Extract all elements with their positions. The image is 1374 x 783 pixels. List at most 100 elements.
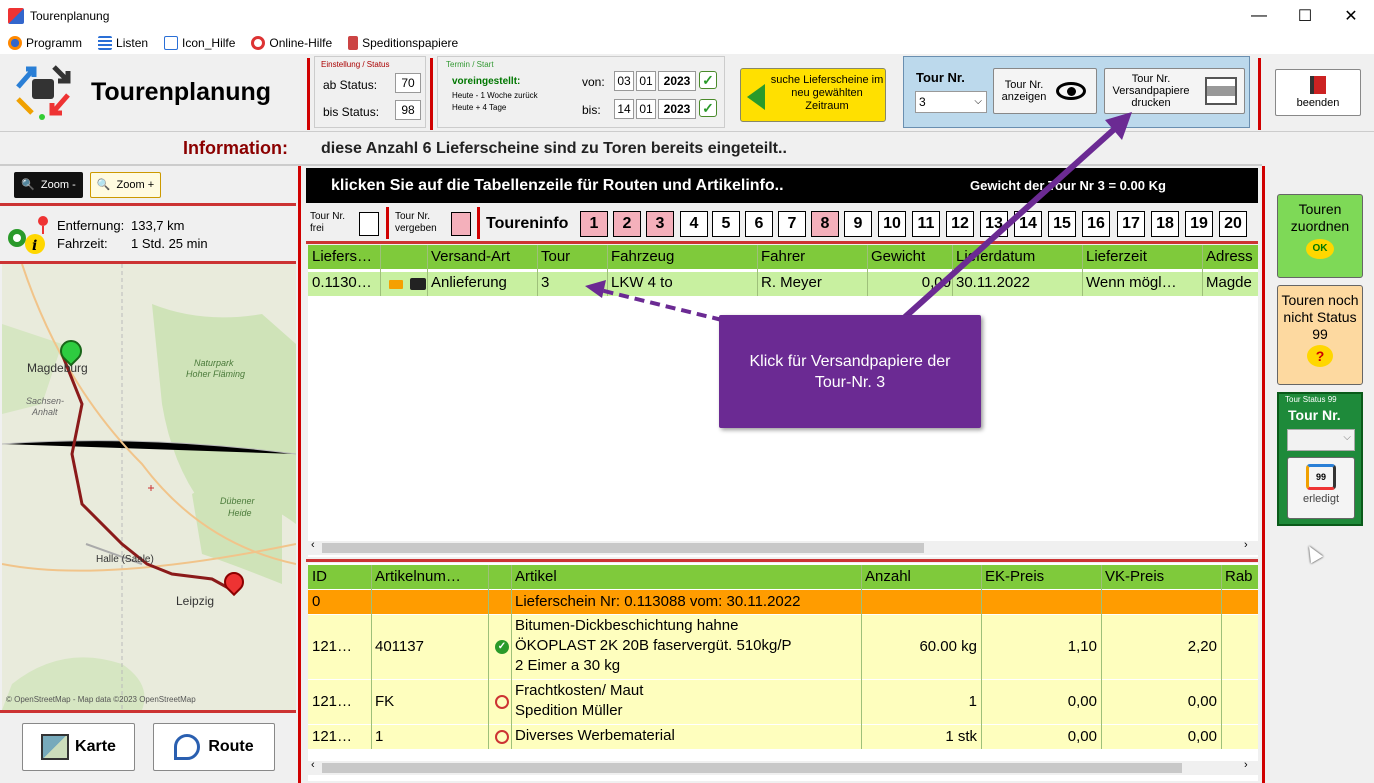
tour-print-group: Tour Nr. 3 ⌵ Tour Nr. anzeigen Tour Nr. V… (903, 56, 1250, 128)
calendar-check-icon[interactable]: ✓ (699, 71, 717, 89)
grid-cell: 3 (541, 274, 550, 291)
menu-bar: Programm Listen Icon_Hilfe Online-Hilfe … (0, 32, 1374, 54)
tour-number-3[interactable]: 3 (646, 211, 674, 237)
title-bar: Tourenplanung — ☐ ✕ (0, 0, 1374, 32)
app-heading: Tourenplanung (91, 78, 272, 106)
tourenplanung-logo-icon (12, 59, 74, 121)
tour-number-4[interactable]: 4 (680, 211, 708, 237)
zoom-in-icon: 🔍 (96, 179, 111, 191)
grid-cell: Magde (1206, 274, 1252, 291)
scroll-left-icon[interactable]: ‹ (311, 759, 315, 771)
close-button[interactable]: ✕ (1328, 0, 1374, 32)
menu-programm[interactable]: Programm (0, 32, 90, 54)
karte-button[interactable]: Karte (22, 723, 135, 771)
column-divider (607, 245, 608, 296)
menu-online-hilfe[interactable]: Online-Hilfe (243, 32, 340, 54)
versandpapiere-drucken-button[interactable]: Tour Nr. Versandpapiere drucken (1104, 68, 1245, 114)
tour-select[interactable]: 3 ⌵ (915, 91, 987, 113)
erledigt-button[interactable]: 99 erledigt (1287, 457, 1355, 519)
maximize-button[interactable]: ☐ (1282, 0, 1328, 32)
bis-day[interactable]: 14 (614, 99, 634, 119)
ab-status-field[interactable]: 70 (395, 73, 421, 93)
tour-number-7[interactable]: 7 (778, 211, 806, 237)
beenden-button[interactable]: beenden (1275, 69, 1361, 116)
article-grid: ID Artikelnum… Artikel Anzahl EK-Preis VK-Pre… (308, 563, 1258, 781)
von-year[interactable]: 2023 (658, 71, 696, 91)
bis-status-field[interactable]: 98 (395, 100, 421, 120)
scrollbar-thumb[interactable] (322, 543, 924, 553)
legend-vergeben (451, 212, 471, 236)
grid-cell: Wenn mögl… (1086, 274, 1177, 291)
horizontal-scrollbar[interactable]: ‹ › (308, 759, 1258, 775)
zoom-out-button[interactable]: 🔍 Zoom - (14, 172, 83, 198)
touren-zuordnen-button[interactable]: Touren zuordnen OK (1277, 194, 1363, 278)
tour-number-18[interactable]: 18 (1151, 211, 1179, 237)
tour-number-20[interactable]: 20 (1219, 211, 1247, 237)
scroll-left-icon[interactable]: ‹ (311, 539, 315, 551)
divider (306, 559, 1258, 562)
column-header: Artikelnum… (375, 568, 461, 585)
app-icon (8, 8, 24, 24)
callout-versandpapiere: Klick für Versandpapiere der Tour-Nr. 3 (719, 315, 981, 428)
divider (1262, 166, 1265, 783)
tour-number-8[interactable]: 8 (811, 211, 839, 237)
column-divider (981, 565, 982, 749)
minimize-button[interactable]: — (1236, 0, 1282, 32)
no-entry-icon (495, 730, 509, 744)
tour-number-9[interactable]: 9 (844, 211, 872, 237)
route-button[interactable]: Route (153, 723, 275, 771)
route-map[interactable]: Magdeburg Naturpark Hoher Fläming Sachse… (2, 264, 296, 710)
bis-year[interactable]: 2023 (658, 99, 696, 119)
column-header: Rab (1225, 568, 1253, 585)
menu-listen[interactable]: Listen (90, 32, 156, 54)
tour-number-5[interactable]: 5 (712, 211, 740, 237)
column-header: EK-Preis (985, 568, 1045, 585)
tour-number-19[interactable]: 19 (1185, 211, 1213, 237)
suche-lieferscheine-button[interactable]: suche Lieferscheine im neu gewählten Zei… (740, 68, 886, 122)
calendar-check-icon[interactable]: ✓ (699, 99, 717, 117)
tour-number-14[interactable]: 14 (1014, 211, 1042, 237)
exit-door-icon (1310, 76, 1326, 94)
horizontal-scrollbar[interactable]: ‹ › (308, 539, 1258, 555)
divider (386, 207, 389, 239)
column-header: Tour (541, 248, 571, 265)
tour-number-1[interactable]: 1 (580, 211, 608, 237)
tour-number-16[interactable]: 16 (1082, 211, 1110, 237)
von-month[interactable]: 01 (636, 71, 656, 91)
truck-icon (410, 278, 426, 290)
grid-cell: Diverses Werbematerial (515, 727, 675, 744)
column-divider (1202, 245, 1203, 296)
mouse-cursor-icon (1302, 542, 1324, 564)
von-day[interactable]: 03 (614, 71, 634, 91)
menu-icon-hilfe[interactable]: Icon_Hilfe (156, 32, 243, 54)
tour-number-17[interactable]: 17 (1117, 211, 1145, 237)
tour-number-13[interactable]: 13 (980, 211, 1008, 237)
grid-cell: Spedition Müller (515, 702, 623, 719)
tour-number-10[interactable]: 10 (878, 211, 906, 237)
column-header: Adress (1206, 248, 1253, 265)
touren-nicht-99-button[interactable]: Touren noch nicht Status 99 ? (1277, 285, 1363, 385)
scroll-right-icon[interactable]: › (1244, 539, 1248, 551)
scroll-right-icon[interactable]: › (1244, 759, 1248, 771)
scrollbar-thumb[interactable] (322, 763, 1182, 773)
tour-number-15[interactable]: 15 (1048, 211, 1076, 237)
divider (0, 710, 296, 713)
column-divider (757, 245, 758, 296)
grid-cell: Bitumen-Dickbeschichtung hahne (515, 617, 739, 634)
information-bar: Information: diese Anzahl 6 Lieferschein… (0, 134, 1262, 164)
edit-icon (164, 36, 179, 50)
grid-cell: 401137 (375, 638, 424, 655)
tour-number-2[interactable]: 2 (613, 211, 641, 237)
toolbar: Tourenplanung Einstellung / Status ab St… (0, 54, 1374, 132)
printer-icon (1205, 77, 1237, 105)
tour-number-12[interactable]: 12 (946, 211, 974, 237)
tour-anzeigen-button[interactable]: Tour Nr. anzeigen (993, 68, 1097, 114)
column-divider (952, 245, 953, 296)
zoom-in-button[interactable]: 🔍 Zoom + (90, 172, 161, 198)
menu-speditionspapiere[interactable]: Speditionspapiere (340, 32, 466, 54)
tour-status-select[interactable]: ⌵ (1287, 429, 1355, 451)
tour-number-11[interactable]: 11 (912, 211, 940, 237)
tour-number-6[interactable]: 6 (745, 211, 773, 237)
column-header: Lieferzeit (1086, 248, 1147, 265)
bis-month[interactable]: 01 (636, 99, 656, 119)
